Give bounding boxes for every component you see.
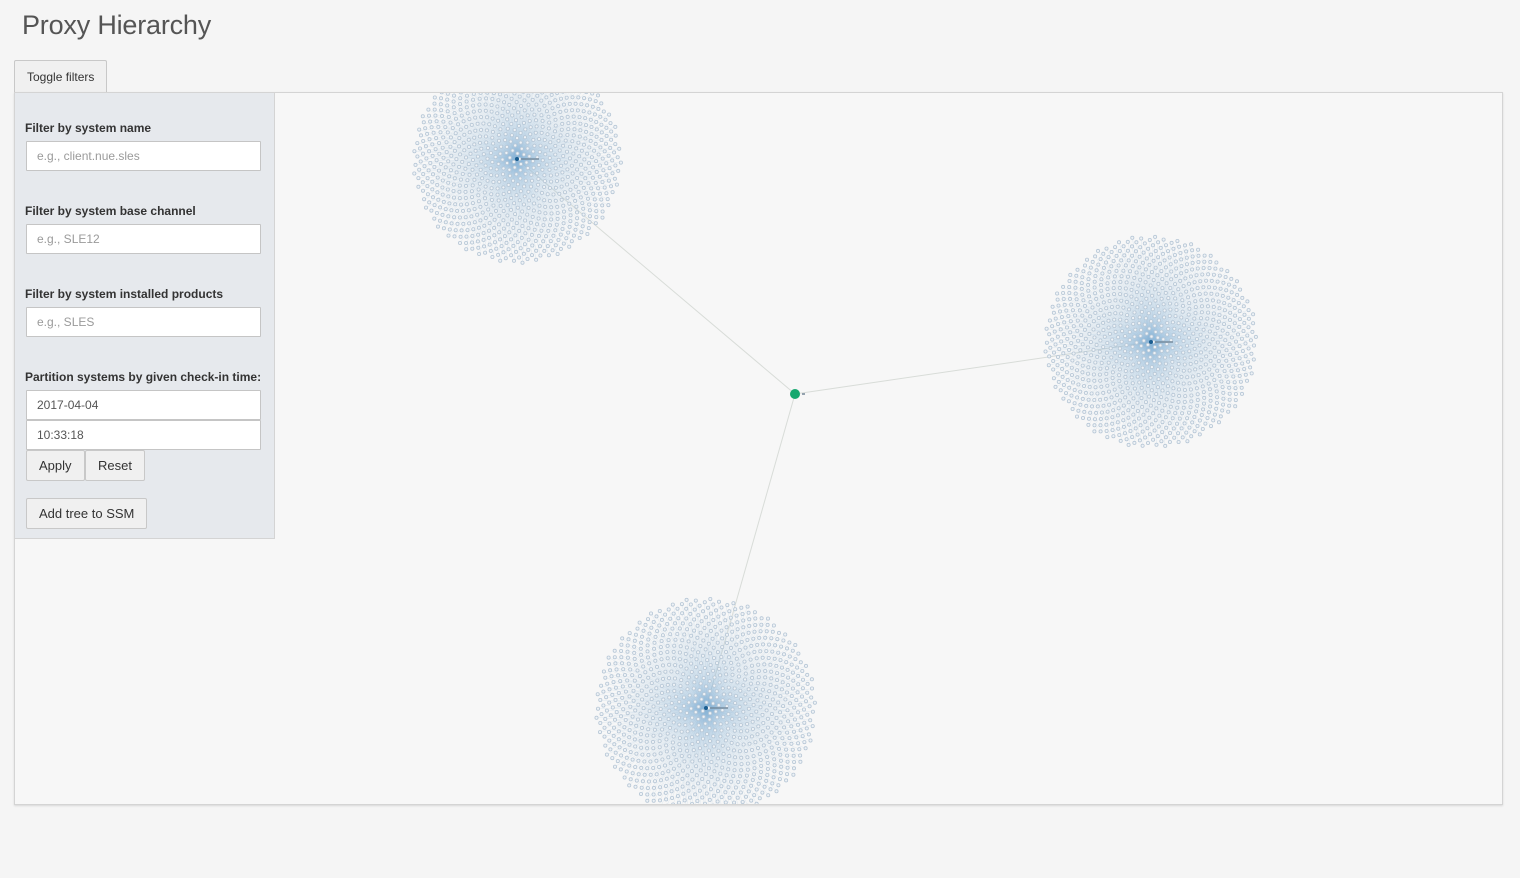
base-channel-filter-input[interactable] — [26, 224, 261, 254]
installed-products-filter-input[interactable] — [26, 307, 261, 337]
proxy-cluster-1 — [412, 93, 623, 265]
proxy-node-label-mark — [710, 707, 728, 709]
page-title: Proxy Hierarchy — [22, 10, 212, 40]
filter-system-name-label: Filter by system name — [25, 121, 152, 135]
add-tree-to-ssm-button[interactable]: Add tree to SSM — [26, 498, 148, 529]
proxy-node-label-mark — [521, 158, 539, 160]
filter-base-channel-label: Filter by system base channel — [25, 204, 196, 218]
checkin-date-input[interactable] — [26, 390, 261, 420]
proxy-node-label-mark — [1155, 341, 1173, 343]
proxy-node — [704, 706, 708, 710]
hierarchy-canvas[interactable]: Filter by system name Filter by system b… — [14, 92, 1503, 805]
checkin-time-input[interactable] — [26, 420, 261, 450]
checkin-partition-label: Partition systems by given check-in time… — [25, 370, 262, 384]
filters-panel: Filter by system name Filter by system b… — [15, 93, 275, 539]
reset-button[interactable]: Reset — [85, 450, 145, 481]
proxy-cluster-2 — [1043, 234, 1258, 448]
cluster-leaf-nodes — [594, 596, 817, 804]
root-server-node — [790, 389, 800, 399]
apply-button[interactable]: Apply — [26, 450, 85, 481]
proxy-node — [515, 157, 519, 161]
proxy-node — [1149, 340, 1153, 344]
toggle-filters-button[interactable]: Toggle filters — [14, 60, 108, 92]
proxy-cluster-3 — [594, 596, 817, 804]
root-node-label-mark — [802, 393, 805, 395]
filter-installed-products-label: Filter by system installed products — [25, 287, 224, 301]
system-name-filter-input[interactable] — [26, 141, 261, 171]
